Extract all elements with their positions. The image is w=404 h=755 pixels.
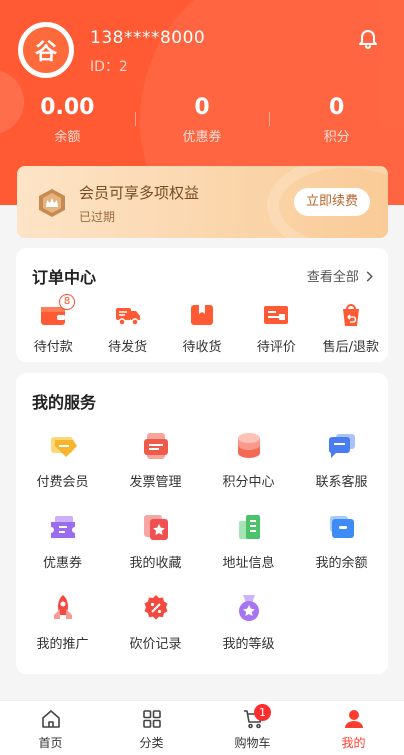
divider (134, 112, 136, 126)
service-label: 发票管理 (129, 475, 182, 490)
user-phone: 138****8000 (90, 28, 206, 48)
grid-icon (142, 710, 161, 728)
service-label: 优惠券 (42, 556, 82, 571)
building-icon (238, 515, 260, 539)
service-label: 砍价记录 (129, 637, 182, 652)
pending-payment-badge: 8 (59, 294, 75, 310)
my-services-title: 我的服务 (32, 393, 97, 412)
user-icon (344, 710, 363, 728)
view-all-label: 查看全部 (306, 270, 359, 285)
stat-points[interactable]: 0 积分 (269, 94, 404, 150)
my-services-card: 我的服务 付费会员 发票管理 积分中心 联系客服 优惠券 我的收藏 地址信息 我… (16, 373, 388, 674)
order-center-card: 订单中心 查看全部 8 待付款 待发货 待收货 待评价 售后/退款 (16, 248, 388, 362)
avatar-logo: 谷 (23, 27, 69, 73)
service-bargain-records[interactable]: 砍价记录 (109, 589, 202, 670)
bell-icon[interactable] (356, 26, 380, 50)
comment-icon (264, 306, 289, 324)
stats-row: 0.00 余额 0 优惠券 0 积分 (0, 94, 404, 150)
stat-label: 优惠券 (182, 130, 222, 145)
order-label: 待收货 (182, 340, 222, 355)
stat-balance[interactable]: 0.00 余额 (0, 94, 135, 150)
stat-label: 余额 (54, 130, 81, 145)
order-status-row: 8 待付款 待发货 待收货 待评价 售后/退款 (16, 294, 388, 355)
tab-label: 首页 (38, 736, 63, 750)
stat-label: 积分 (323, 130, 350, 145)
service-label: 我的余额 (315, 556, 368, 571)
service-label: 积分中心 (222, 475, 275, 490)
package-icon (190, 305, 213, 325)
order-after-sales[interactable]: 售后/退款 (314, 298, 388, 355)
service-balance[interactable]: 我的余额 (295, 508, 388, 589)
order-label: 待发货 (108, 340, 148, 355)
service-promotion[interactable]: 我的推广 (16, 589, 109, 670)
vip-banner[interactable]: 会员可享多项权益 已过期 立即续费 (17, 166, 388, 238)
diamond-icon (50, 437, 77, 457)
order-center-title: 订单中心 (32, 268, 97, 287)
stat-coupon[interactable]: 0 优惠券 (134, 94, 270, 150)
ticket-icon (50, 516, 75, 538)
service-my-level[interactable]: 我的等级 (202, 589, 295, 670)
order-pending-review[interactable]: 待评价 (239, 298, 313, 355)
tab-label: 购物车 (234, 736, 271, 750)
stat-value: 0 (329, 95, 345, 120)
service-label: 付费会员 (36, 475, 89, 490)
service-favorites[interactable]: 我的收藏 (109, 508, 202, 589)
avatar[interactable]: 谷 (18, 22, 74, 78)
return-icon (342, 304, 359, 326)
wallet-blue-icon (329, 516, 354, 538)
order-label: 待评价 (256, 340, 296, 355)
service-label: 地址信息 (222, 556, 275, 571)
vip-title: 会员可享多项权益 (79, 184, 200, 202)
user-id: ID：2 (90, 59, 128, 75)
chat-icon (328, 434, 355, 458)
service-label: 联系客服 (315, 475, 368, 490)
service-label: 我的等级 (222, 637, 275, 652)
tab-cart[interactable]: 购物车 (202, 701, 303, 755)
order-pending-shipment[interactable]: 待发货 (90, 298, 164, 355)
chevron-right-icon (366, 271, 373, 282)
medal-icon (238, 595, 259, 621)
tab-home[interactable]: 首页 (0, 701, 101, 755)
truck-icon (115, 308, 140, 326)
service-label: 我的收藏 (129, 556, 182, 571)
tab-label: 分类 (139, 736, 164, 750)
vip-status: 已过期 (79, 210, 116, 224)
tab-category[interactable]: 分类 (101, 701, 202, 755)
invoice-icon (143, 433, 168, 459)
crown-badge-icon (39, 189, 65, 217)
bottom-tab-bar: 首页 分类 购物车 我的 1 (0, 700, 404, 755)
discount-icon (144, 595, 167, 620)
cart-count-badge: 1 (254, 704, 271, 721)
view-all-orders-link[interactable]: 查看全部 (307, 266, 374, 285)
service-invoice[interactable]: 发票管理 (109, 427, 202, 508)
services-grid: 付费会员 发票管理 积分中心 联系客服 优惠券 我的收藏 地址信息 我的余额 我… (16, 427, 388, 670)
service-customer-support[interactable]: 联系客服 (295, 427, 388, 508)
order-pending-receipt[interactable]: 待收货 (165, 298, 239, 355)
stat-value: 0 (194, 95, 210, 120)
tab-mine[interactable]: 我的 (303, 701, 404, 755)
order-label: 待付款 (33, 340, 73, 355)
coins-icon (237, 433, 260, 458)
service-paid-membership[interactable]: 付费会员 (16, 427, 109, 508)
rocket-icon (53, 595, 72, 619)
stat-value: 0.00 (40, 95, 95, 120)
tab-label: 我的 (341, 736, 366, 750)
service-points-center[interactable]: 积分中心 (202, 427, 295, 508)
renew-button[interactable]: 立即续费 (294, 188, 370, 216)
order-label: 售后/退款 (322, 340, 379, 355)
service-label: 我的推广 (36, 637, 89, 652)
service-coupons[interactable]: 优惠券 (16, 508, 109, 589)
service-address[interactable]: 地址信息 (202, 508, 295, 589)
home-icon (41, 710, 60, 728)
divider (269, 112, 271, 126)
star-card-icon (143, 515, 168, 540)
order-pending-payment[interactable]: 8 待付款 (16, 294, 90, 355)
